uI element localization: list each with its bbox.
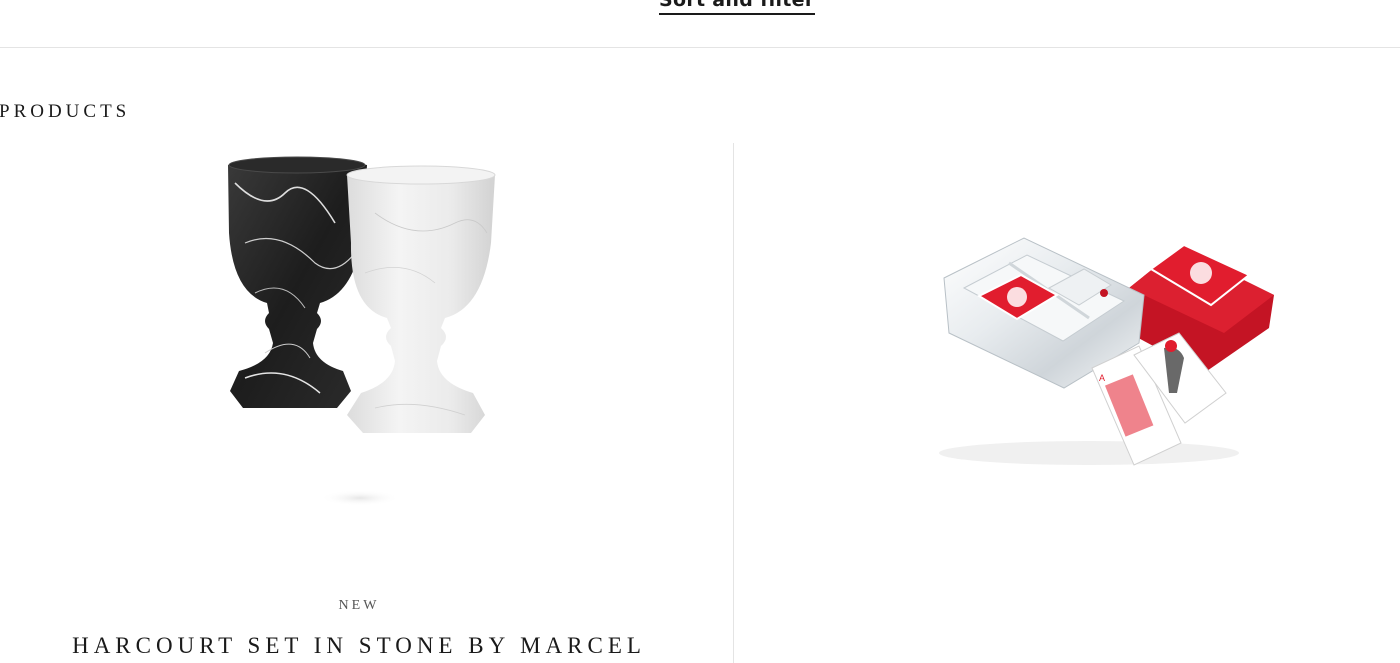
product-card-harcourt[interactable]: NEW HARCOURT SET IN STONE BY MARCEL — [0, 143, 733, 663]
marble-goblets-image[interactable] — [225, 153, 500, 523]
top-toolbar: Sort and filter — [0, 0, 1400, 48]
product-badge-new: NEW — [338, 598, 380, 613]
crystal-card-box-image[interactable]: A — [939, 233, 1284, 473]
section-title: PRODUCTS — [0, 101, 131, 122]
svg-text:A: A — [1099, 373, 1105, 383]
product-card-card-box[interactable]: A — [734, 143, 1400, 663]
product-name[interactable]: HARCOURT SET IN STONE BY MARCEL — [0, 633, 718, 659]
sort-and-filter-link[interactable]: Sort and filter — [659, 0, 815, 15]
